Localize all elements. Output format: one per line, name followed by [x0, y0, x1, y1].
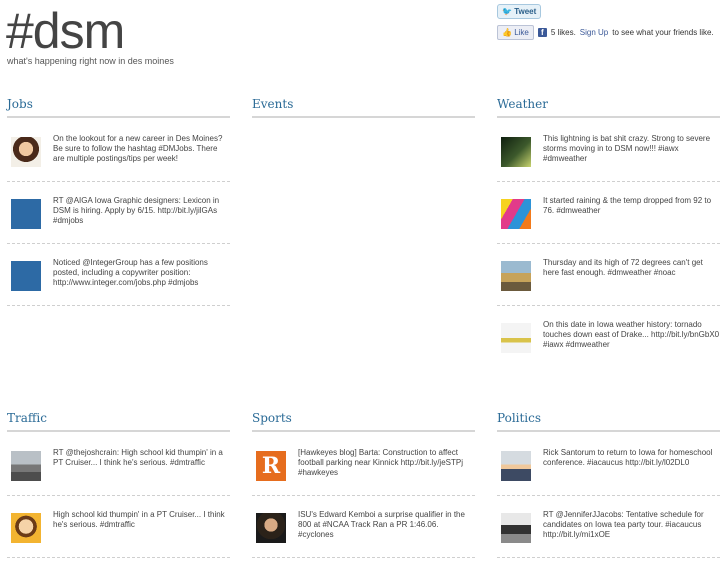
sports-heading: Sports [252, 411, 475, 432]
politics-heading: Politics [497, 411, 720, 432]
user-avatar[interactable] [501, 513, 531, 543]
tweet-item[interactable]: High school kid thumpin' in a PT Cruiser… [7, 506, 230, 558]
tweet-item[interactable]: Noticed @IntegerGroup has a few position… [7, 254, 230, 306]
tweet-item[interactable]: ISU's Edward Kemboi a surprise qualifier… [252, 506, 475, 558]
tweet-button[interactable]: 🐦 Tweet [497, 4, 542, 19]
user-avatar[interactable] [501, 323, 531, 353]
thumbs-up-icon: 👍 [502, 28, 512, 37]
tweet-text: On the lookout for a new career in Des M… [53, 134, 223, 163]
tweet-item[interactable]: RT @JenniferJJacobs: Tentative schedule … [497, 506, 720, 558]
user-avatar[interactable] [501, 261, 531, 291]
site-tagline: what's happening right now in des moines [7, 56, 174, 66]
jobs-heading: Jobs [7, 97, 230, 118]
traffic-heading: Traffic [7, 411, 230, 432]
sports-section: Sports R [Hawkeyes blog] Barta: Construc… [252, 411, 475, 568]
user-avatar[interactable] [11, 199, 41, 229]
tweet-item[interactable]: Rick Santorum to return to Iowa for home… [497, 444, 720, 496]
tweet-text: [Hawkeyes blog] Barta: Construction to a… [298, 448, 463, 477]
events-section: Events [252, 97, 475, 118]
twitter-bird-icon: 🐦 [502, 7, 512, 16]
events-heading: Events [252, 97, 475, 118]
tweet-text: RT @thejoshcrain: High school kid thumpi… [53, 448, 223, 467]
likes-count: 5 likes. [550, 28, 576, 37]
tweet-item[interactable]: On the lookout for a new career in Des M… [7, 130, 230, 182]
tweet-text: This lightning is bat shit crazy. Strong… [543, 134, 711, 163]
jobs-section: Jobs On the lookout for a new career in … [7, 97, 230, 316]
tweet-item[interactable]: RT @thejoshcrain: High school kid thumpi… [7, 444, 230, 496]
social-widgets: 🐦 Tweet 👍 Like f 5 likes. Sign Up to see… [497, 4, 714, 40]
politics-section: Politics Rick Santorum to return to Iowa… [497, 411, 720, 568]
user-avatar[interactable] [11, 261, 41, 291]
tweet-text: RT @AIGA Iowa Graphic designers: Lexicon… [53, 196, 220, 225]
traffic-section: Traffic RT @thejoshcrain: High school ki… [7, 411, 230, 568]
weather-section: Weather This lightning is bat shit crazy… [497, 97, 720, 377]
tweet-text: It started raining & the temp dropped fr… [543, 196, 712, 215]
signup-link[interactable]: Sign Up [580, 28, 608, 37]
tweet-text: Rick Santorum to return to Iowa for home… [543, 448, 713, 467]
tweet-item[interactable]: On this date in Iowa weather history: to… [497, 316, 720, 367]
user-avatar[interactable] [501, 199, 531, 229]
site-title: #dsm [6, 3, 125, 59]
facebook-icon: f [537, 28, 547, 37]
user-avatar[interactable]: R [256, 451, 286, 481]
user-avatar[interactable] [11, 451, 41, 481]
user-avatar[interactable] [256, 513, 286, 543]
tweet-item[interactable]: RT @AIGA Iowa Graphic designers: Lexicon… [7, 192, 230, 244]
tweet-text: High school kid thumpin' in a PT Cruiser… [53, 510, 225, 529]
tweet-text: RT @JenniferJJacobs: Tentative schedule … [543, 510, 704, 539]
signup-suffix: to see what your friends like. [612, 28, 714, 37]
user-avatar[interactable] [11, 513, 41, 543]
user-avatar[interactable] [501, 451, 531, 481]
tweet-item[interactable]: Thursday and its high of 72 degrees can'… [497, 254, 720, 306]
tweet-text: On this date in Iowa weather history: to… [543, 320, 720, 349]
facebook-like-button[interactable]: 👍 Like [497, 25, 534, 40]
user-avatar[interactable] [501, 137, 531, 167]
tweet-item[interactable]: This lightning is bat shit crazy. Strong… [497, 130, 720, 182]
tweet-item[interactable]: It started raining & the temp dropped fr… [497, 192, 720, 244]
tweet-text: Thursday and its high of 72 degrees can'… [543, 258, 703, 277]
user-avatar[interactable] [11, 137, 41, 167]
tweet-text: ISU's Edward Kemboi a surprise qualifier… [298, 510, 465, 539]
weather-heading: Weather [497, 97, 720, 118]
tweet-text: Noticed @IntegerGroup has a few position… [53, 258, 208, 287]
tweet-item[interactable]: R [Hawkeyes blog] Barta: Construction to… [252, 444, 475, 496]
